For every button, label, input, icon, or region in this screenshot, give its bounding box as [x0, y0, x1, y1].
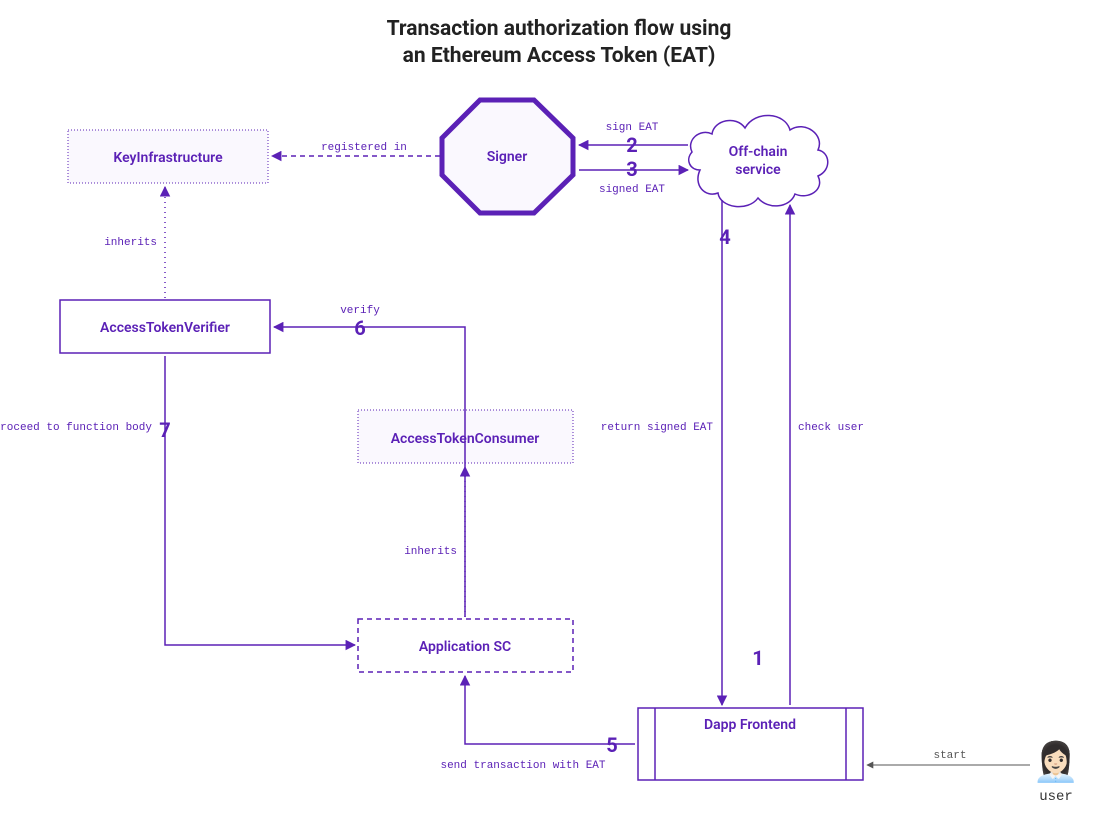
- step-3: 3: [626, 157, 637, 181]
- label-registered-in: registered in: [321, 142, 407, 154]
- label-user: user: [1039, 789, 1073, 805]
- label-start: start: [933, 750, 966, 762]
- step-6: 6: [354, 316, 365, 340]
- edge-proceed: [165, 356, 355, 645]
- label-inherits-2: inherits: [404, 546, 457, 558]
- label-signed-eat: signed EAT: [599, 184, 665, 196]
- diagram-canvas: KeyInfrastructure Signer Off-chain servi…: [0, 0, 1118, 837]
- step-1: 1: [752, 646, 763, 670]
- label-offchain-line2: service: [735, 162, 781, 178]
- user-icon: 👩🏻‍💼: [1032, 740, 1079, 785]
- label-signer: Signer: [487, 149, 528, 165]
- edge-verify: [274, 327, 465, 617]
- label-app-sc: Application SC: [419, 639, 511, 655]
- step-2: 2: [626, 133, 637, 157]
- label-inherits-1: inherits: [104, 237, 157, 249]
- label-proceed: proceed to function body: [0, 422, 152, 434]
- step-5: 5: [606, 733, 617, 757]
- label-offchain-line1: Off-chain: [729, 144, 788, 160]
- step-7: 7: [159, 418, 170, 442]
- label-send-tx: send transaction with EAT: [440, 760, 605, 772]
- label-return-signed: return signed EAT: [601, 422, 714, 434]
- label-check-user: check user: [798, 422, 864, 434]
- step-4: 4: [719, 225, 730, 249]
- label-key-infrastructure: KeyInfrastructure: [113, 150, 223, 166]
- label-dapp: Dapp Frontend: [704, 717, 796, 733]
- label-atv: AccessTokenVerifier: [100, 320, 230, 336]
